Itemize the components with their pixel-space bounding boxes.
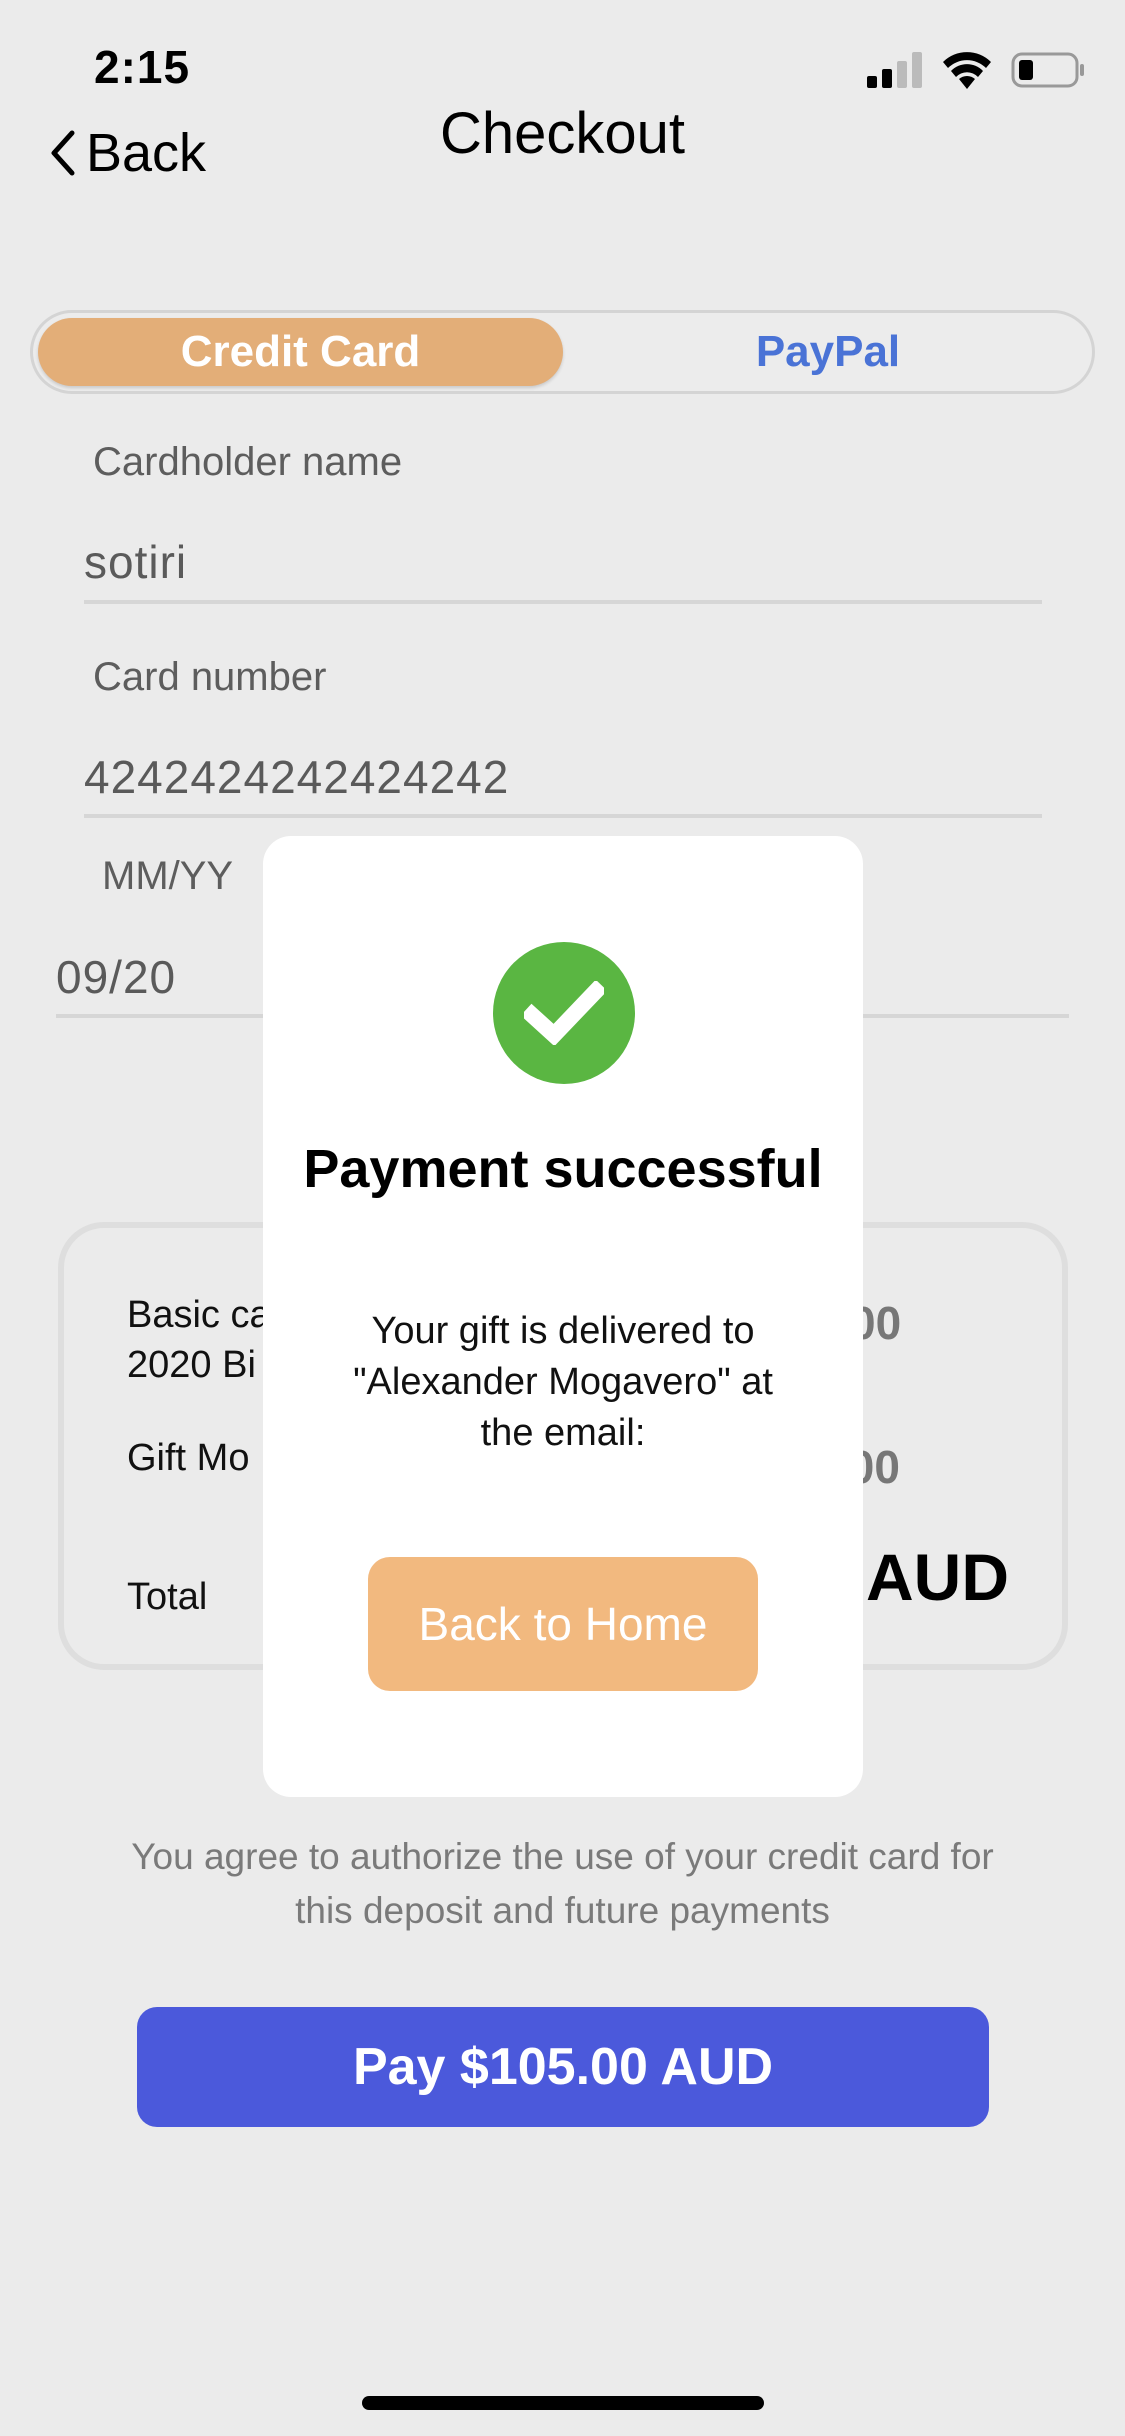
- cardholder-underline: [84, 600, 1042, 604]
- signal-icon: [867, 52, 922, 88]
- modal-title: Payment successful: [303, 1139, 823, 1199]
- page-title: Checkout: [439, 101, 686, 166]
- cardholder-input[interactable]: sotiri: [84, 535, 187, 589]
- summary-item-1: Basic ca 2020 Bi: [127, 1294, 271, 1386]
- pay-button[interactable]: Pay $105.00 AUD: [137, 2007, 989, 2127]
- card-number-underline: [84, 814, 1042, 818]
- battery-icon: [1011, 52, 1084, 88]
- summary-total-label: Total: [127, 1576, 208, 1618]
- expiry-label: MM/YY: [102, 854, 234, 898]
- summary-total-amount: AUD: [866, 1540, 1009, 1614]
- status-time: 2:15: [94, 41, 191, 93]
- tab-credit-card[interactable]: Credit Card: [38, 318, 563, 386]
- payment-success-modal: Payment successful Your gift is delivere…: [263, 836, 863, 1797]
- payment-method-tabs: Credit Card PayPal: [30, 310, 1095, 394]
- cardholder-label: Cardholder name: [93, 440, 403, 484]
- card-number-label: Card number: [93, 655, 327, 699]
- summary-item-2: Gift Mo: [127, 1437, 250, 1479]
- tab-paypal[interactable]: PayPal: [573, 318, 1083, 386]
- wifi-icon: [943, 52, 991, 89]
- status-icons: [867, 50, 1085, 90]
- back-to-home-button[interactable]: Back to Home: [368, 1557, 758, 1691]
- home-indicator[interactable]: [362, 2396, 764, 2410]
- authorization-notice: You agree to authorize the use of your c…: [131, 1836, 994, 1931]
- modal-message: Your gift is delivered to "Alexander Mog…: [353, 1310, 773, 1454]
- expiry-input[interactable]: 09/20: [56, 950, 176, 1004]
- card-number-input[interactable]: 4242424242424242: [84, 750, 509, 804]
- success-check-icon: [493, 942, 635, 1084]
